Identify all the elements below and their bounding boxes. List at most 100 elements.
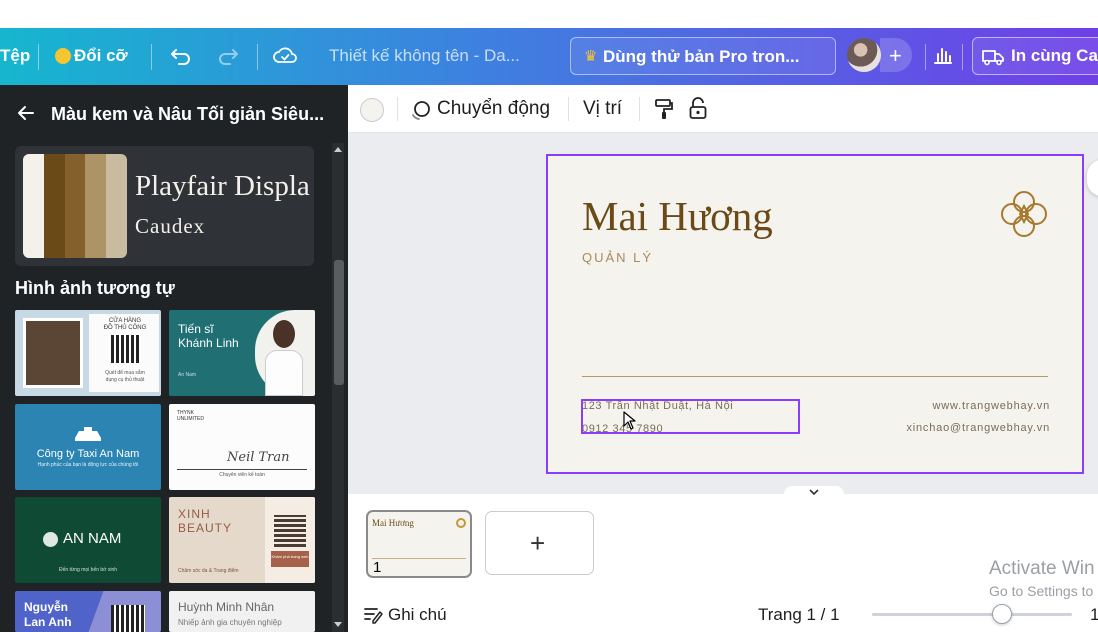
undo-icon[interactable] [170, 46, 192, 66]
resize-button[interactable]: Đổi cỡ [74, 46, 128, 66]
thumb-text: An Nam [178, 372, 197, 378]
scrollbar-thumb[interactable] [334, 260, 344, 385]
thumb-text: Đến từng mọi bến bờ xinh [58, 567, 118, 573]
text-selection-box[interactable] [581, 399, 800, 434]
thumb-text: UNLIMITED [177, 416, 204, 422]
template-thumbnail[interactable]: Khám phá trang web XINH BEAUTY Chăm sóc … [169, 497, 315, 583]
palette-swatch [23, 154, 44, 258]
thumb-text: Tiến sĩ [178, 322, 214, 336]
try-pro-button[interactable]: ♛ Dùng thử bản Pro tron... [570, 37, 836, 75]
template-thumbnail[interactable]: Huỳnh Minh Nhân Nhiếp ảnh gia chuyên ngh… [169, 591, 315, 632]
lock-icon[interactable] [688, 97, 708, 120]
portrait-body [265, 350, 303, 396]
expand-pages-tab[interactable] [784, 486, 844, 500]
divider [38, 44, 39, 70]
photo-placeholder [255, 310, 315, 396]
notes-icon [364, 608, 383, 624]
animate-button[interactable]: Chuyển động [437, 98, 550, 120]
cloud-saved-icon[interactable] [273, 45, 297, 67]
qr-code [111, 335, 139, 363]
zoom-value[interactable]: 1 [1090, 605, 1098, 625]
mouse-cursor-icon [623, 411, 636, 430]
file-menu[interactable]: Tệp [0, 46, 30, 66]
divider [925, 44, 926, 70]
notes-button[interactable]: Ghi chú [388, 605, 447, 625]
divider [397, 97, 398, 121]
logo-mark-icon [43, 532, 58, 547]
divider [962, 44, 963, 70]
divider [372, 558, 466, 559]
thumb-text: BEAUTY [178, 521, 233, 535]
print-label: In cùng Ca [1011, 46, 1098, 65]
crown-icon [55, 48, 71, 64]
qr-code [274, 515, 306, 547]
crown-icon: ♛ [584, 48, 598, 65]
position-button[interactable]: Vị trí [583, 98, 622, 120]
thumb-name: Mai Hương [372, 518, 414, 528]
divider [151, 44, 152, 70]
thumb-text: Khánh Linh [178, 336, 239, 350]
redo-icon[interactable] [217, 46, 239, 66]
template-thumbnail[interactable]: THYNK UNLIMITED Neil Tran Chuyên viên kế… [169, 404, 315, 490]
thumb-text: Quét để mua sắm [105, 370, 145, 376]
template-thumbnail[interactable]: Tiến sĩ Khánh Linh An Nam [169, 310, 315, 396]
divider [177, 469, 307, 470]
page-thumbnail[interactable]: Mai Hương 1 [366, 510, 472, 578]
template-thumbnail[interactable]: AN NAM Đến từng mọi bến bờ xinh [15, 497, 161, 583]
windows-activation-watermark-sub: Go to Settings to [989, 583, 1094, 599]
scroll-up-icon[interactable] [333, 145, 343, 153]
add-page-button[interactable]: + [485, 511, 594, 575]
avatar[interactable] [847, 38, 881, 72]
background-color-swatch[interactable] [360, 98, 384, 122]
thumb-text: Hạnh phúc của bạn là động lực của chúng … [37, 462, 139, 468]
divider [257, 44, 258, 70]
color-palette [23, 154, 127, 258]
panel-scrollbar[interactable] [332, 143, 344, 632]
taxi-icon [75, 427, 101, 441]
thumb-text: Nhiếp ảnh gia chuyên nghiệp [178, 618, 282, 627]
zoom-slider[interactable] [872, 613, 1072, 616]
chevron-down-icon [809, 489, 819, 496]
template-thumbnail[interactable]: Nguyễn Lan Anh [15, 591, 161, 632]
thumb-text: Lan Anh [24, 615, 72, 629]
zoom-slider-knob[interactable] [992, 604, 1012, 624]
template-thumbnail[interactable]: CỬA HÀNG ĐỒ THỦ CÔNG Quét để mua sắm dụn… [15, 310, 161, 396]
panel-title: Màu kem và Nâu Tối giản Siêu... [51, 104, 325, 124]
template-thumbnail[interactable]: Công ty Taxi An Nam Hạnh phúc của bạn là… [15, 404, 161, 490]
add-collaborator-button[interactable]: + [880, 38, 912, 72]
photo-placeholder [23, 318, 83, 388]
card-panel: Khám phá trang web [265, 497, 315, 583]
thumb-text: AN NAM [63, 530, 122, 547]
page-number: 1 [373, 559, 382, 576]
ornament-logo-icon [456, 518, 466, 528]
insights-chart-icon[interactable] [932, 44, 954, 66]
thumb-text: XINH [178, 507, 211, 521]
print-button[interactable]: In cùng Ca [972, 37, 1098, 75]
palette-swatch [106, 154, 127, 258]
thumb-text: Huỳnh Minh Nhân [178, 600, 275, 614]
document-title-input[interactable]: Thiết kế không tên - Da... [318, 37, 558, 75]
editor-toolbar: Chuyển động Vị trí [348, 85, 1098, 133]
palette-swatch [43, 154, 65, 258]
animate-icon [412, 101, 430, 120]
left-panel: Màu kem và Nâu Tối giản Siêu... Playfair… [0, 85, 348, 632]
divider [568, 97, 569, 121]
divider [639, 97, 640, 121]
thumb-text: Nguyễn [24, 600, 69, 614]
windows-activation-watermark: Activate Win [989, 558, 1095, 579]
thumb-text: Chăm sóc da & Trang điểm [178, 568, 239, 574]
style-card[interactable]: Playfair Displa Caudex [15, 146, 314, 266]
card-face: CỬA HÀNG ĐỒ THỦ CÔNG Quét để mua sắm dụn… [89, 314, 159, 392]
scroll-down-icon[interactable] [333, 621, 343, 629]
back-arrow-icon[interactable] [17, 104, 35, 122]
palette-swatch [64, 154, 86, 258]
portrait-head [273, 320, 295, 348]
plus-icon: + [889, 43, 902, 68]
thumb-text: dụng cụ thủ thuật [105, 377, 145, 383]
paint-roller-icon[interactable] [654, 98, 674, 120]
palette-swatch [85, 154, 107, 258]
plus-icon: + [530, 528, 546, 558]
qr-code [111, 605, 145, 632]
page-indicator[interactable]: Trang 1 / 1 [758, 605, 840, 625]
thumb-text: Khám phá trang web [271, 551, 309, 567]
